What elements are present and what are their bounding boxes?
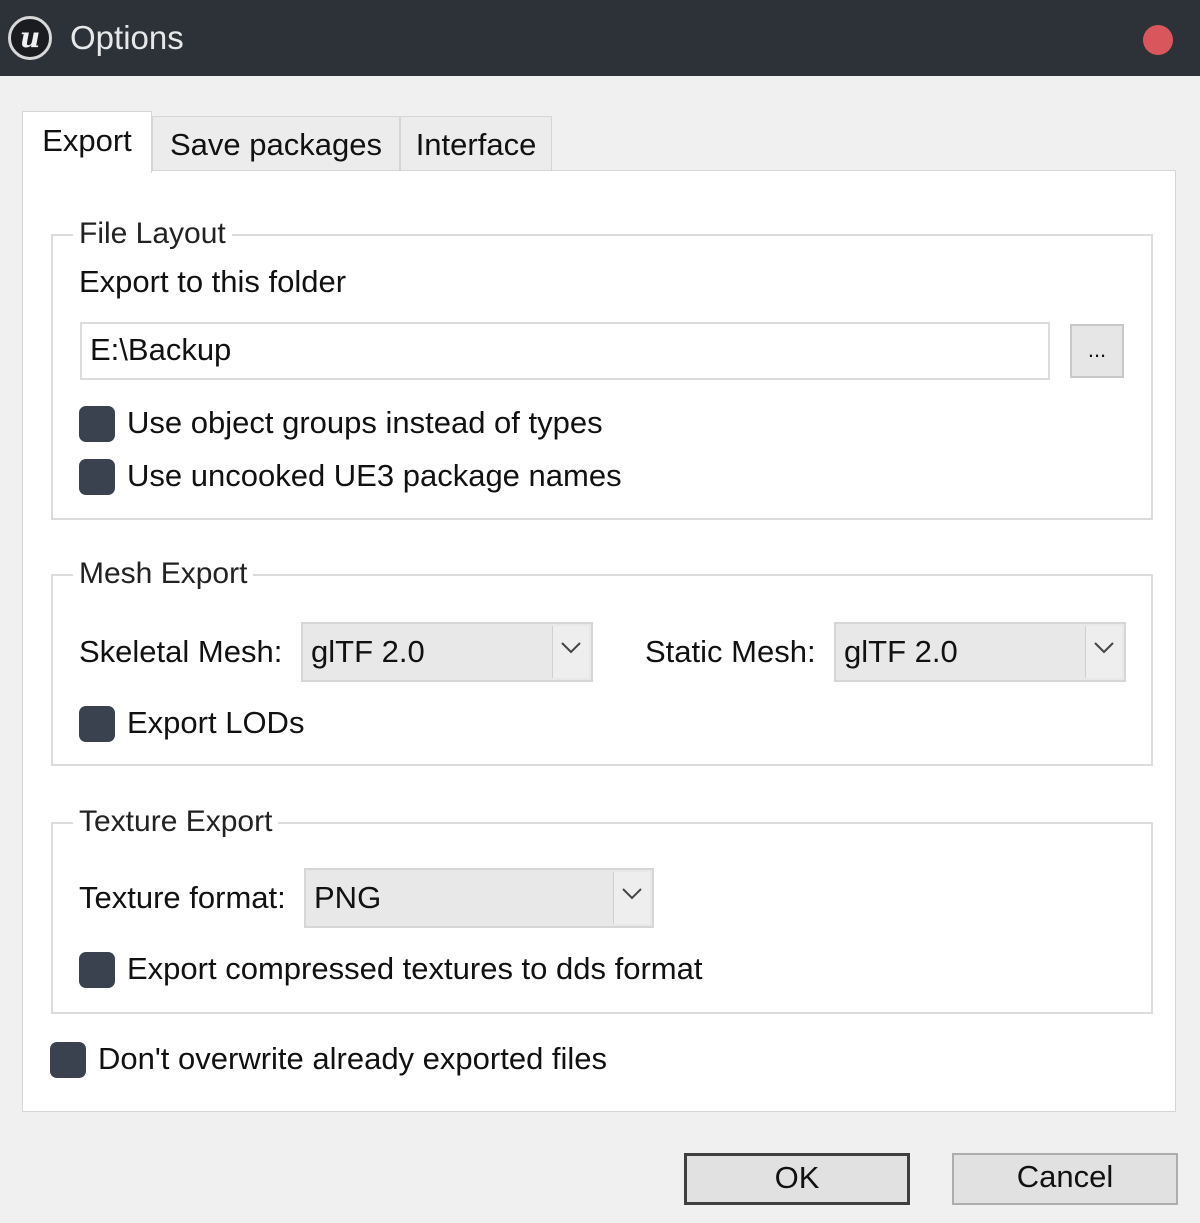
export-lods-checkbox-row[interactable]: Export LODs — [79, 703, 379, 743]
cancel-button[interactable]: Cancel — [952, 1153, 1178, 1205]
export-folder-label: Export to this folder — [79, 264, 347, 299]
skeletal-mesh-value: glTF 2.0 — [311, 634, 425, 669]
mesh-export-group: Mesh Export Skeletal Mesh: glTF 2.0 Stat… — [51, 554, 1153, 766]
export-lods-checkbox[interactable] — [79, 706, 115, 742]
static-mesh-value: glTF 2.0 — [844, 634, 958, 669]
texture-format-value: PNG — [314, 880, 382, 915]
texture-export-title: Texture Export — [73, 802, 279, 842]
chevron-down-icon[interactable] — [1085, 626, 1122, 678]
file-layout-group: File Layout Export to this folder E:\Bac… — [51, 214, 1153, 520]
chevron-down-icon[interactable] — [613, 872, 650, 924]
dont-overwrite-checkbox[interactable] — [50, 1042, 86, 1078]
tab-export[interactable]: Export — [22, 111, 152, 173]
use-uncooked-names-checkbox-row[interactable]: Use uncooked UE3 package names — [79, 456, 679, 496]
tab-interface[interactable]: Interface — [400, 116, 552, 172]
dont-overwrite-checkbox-row[interactable]: Don't overwrite already exported files — [50, 1039, 670, 1079]
window-title: Options — [70, 19, 184, 56]
texture-export-group: Texture Export Texture format: PNG Expor… — [51, 802, 1153, 1014]
static-mesh-label: Static Mesh: — [645, 634, 816, 669]
chevron-down-icon[interactable] — [552, 626, 589, 678]
export-dds-label: Export compressed textures to dds format — [127, 951, 703, 986]
close-window-button[interactable] — [1143, 25, 1173, 55]
tab-save-packages[interactable]: Save packages — [152, 116, 400, 172]
texture-format-select[interactable]: PNG — [304, 868, 654, 928]
dont-overwrite-label: Don't overwrite already exported files — [98, 1041, 608, 1076]
use-uncooked-names-label: Use uncooked UE3 package names — [127, 458, 622, 493]
export-tab-panel: File Layout Export to this folder E:\Bac… — [22, 170, 1176, 1112]
texture-format-label: Texture format: — [79, 880, 286, 915]
export-lods-label: Export LODs — [127, 705, 305, 740]
title-bar: u Options — [0, 0, 1200, 76]
ok-button[interactable]: OK — [684, 1153, 910, 1205]
use-object-groups-checkbox-row[interactable]: Use object groups instead of types — [79, 403, 679, 443]
use-object-groups-label: Use object groups instead of types — [127, 405, 603, 440]
mesh-export-title: Mesh Export — [73, 554, 254, 594]
static-mesh-select[interactable]: glTF 2.0 — [834, 622, 1126, 682]
export-dds-checkbox[interactable] — [79, 952, 115, 988]
unreal-engine-logo-icon: u — [8, 16, 52, 60]
file-layout-title: File Layout — [73, 214, 232, 254]
export-folder-input[interactable]: E:\Backup — [80, 322, 1050, 380]
skeletal-mesh-select[interactable]: glTF 2.0 — [301, 622, 593, 682]
export-dds-checkbox-row[interactable]: Export compressed textures to dds format — [79, 949, 779, 989]
use-object-groups-checkbox[interactable] — [79, 406, 115, 442]
browse-folder-button[interactable]: ... — [1070, 324, 1124, 378]
skeletal-mesh-label: Skeletal Mesh: — [79, 634, 283, 669]
use-uncooked-names-checkbox[interactable] — [79, 459, 115, 495]
